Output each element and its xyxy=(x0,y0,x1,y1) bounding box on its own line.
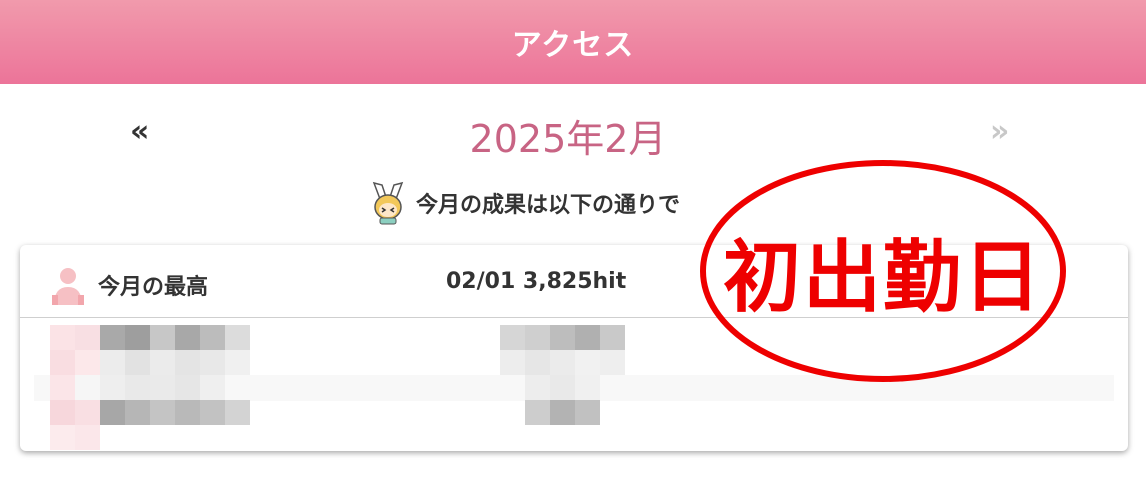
results-message-row: 今月の成果は以下の通りで xyxy=(368,180,680,226)
pixelated-block xyxy=(75,400,100,425)
pixelated-block xyxy=(550,400,575,425)
pixelated-block xyxy=(75,425,100,450)
pixelated-block xyxy=(175,325,200,350)
pixelated-block xyxy=(525,400,550,425)
pixelated-block xyxy=(550,375,575,400)
pixelated-block xyxy=(225,400,250,425)
pixelated-block xyxy=(150,400,175,425)
pixelated-block xyxy=(200,350,225,375)
pixelated-block xyxy=(525,350,550,375)
pixelated-block xyxy=(175,350,200,375)
pixelated-block xyxy=(50,400,75,425)
pixelated-block xyxy=(525,325,550,350)
pixelated-block xyxy=(550,350,575,375)
pixelated-block xyxy=(50,325,75,350)
pixelated-block xyxy=(150,350,175,375)
pixelated-block xyxy=(75,375,100,400)
results-message: 今月の成果は以下の通りで xyxy=(416,193,681,218)
pixelated-block xyxy=(575,350,600,375)
pixelated-block xyxy=(500,350,525,375)
page-title: アクセス xyxy=(511,28,635,63)
pixelated-block xyxy=(200,375,225,400)
pixelated-block xyxy=(50,350,75,375)
bunny-ear-mascot-icon xyxy=(372,181,404,225)
pixelated-block xyxy=(50,375,75,400)
pixelated-block xyxy=(50,425,75,450)
pixelated-block xyxy=(125,325,150,350)
pixelated-block xyxy=(600,350,625,375)
pixelated-block xyxy=(150,325,175,350)
monthly-best-label: 今月の最高 xyxy=(98,275,209,300)
pixelated-block xyxy=(175,400,200,425)
current-month-title: 2025年2月 xyxy=(469,117,667,161)
pixelated-block xyxy=(500,325,525,350)
pixelated-block xyxy=(600,325,625,350)
page-header: アクセス xyxy=(0,0,1146,84)
pixelated-block xyxy=(150,375,175,400)
pixelated-block xyxy=(525,375,550,400)
pixelated-block xyxy=(75,325,100,350)
red-ellipse-icon xyxy=(700,160,1066,382)
pixelated-block xyxy=(225,350,250,375)
pixelated-block xyxy=(100,400,125,425)
pixelated-block xyxy=(575,375,600,400)
month-navigation: « 2025年2月 » xyxy=(0,100,1146,164)
pixelated-block xyxy=(125,350,150,375)
pixelated-block xyxy=(200,400,225,425)
pixelated-block xyxy=(575,325,600,350)
pixelated-block xyxy=(125,375,150,400)
pixelated-block xyxy=(100,325,125,350)
pixelated-block xyxy=(575,400,600,425)
pixelated-block xyxy=(125,400,150,425)
pixelated-block xyxy=(550,325,575,350)
pixelated-block xyxy=(175,375,200,400)
pixelated-block xyxy=(225,325,250,350)
next-month-button[interactable]: » xyxy=(990,114,1009,149)
hand-drawn-annotation: 初出勤日 xyxy=(698,158,1068,384)
monthly-best-value: 02/01 3,825hit xyxy=(446,269,627,294)
pixelated-block xyxy=(100,375,125,400)
person-silhouette-icon xyxy=(52,268,84,305)
pixelated-block xyxy=(200,325,225,350)
pixelated-block xyxy=(100,350,125,375)
pixelated-block xyxy=(75,350,100,375)
